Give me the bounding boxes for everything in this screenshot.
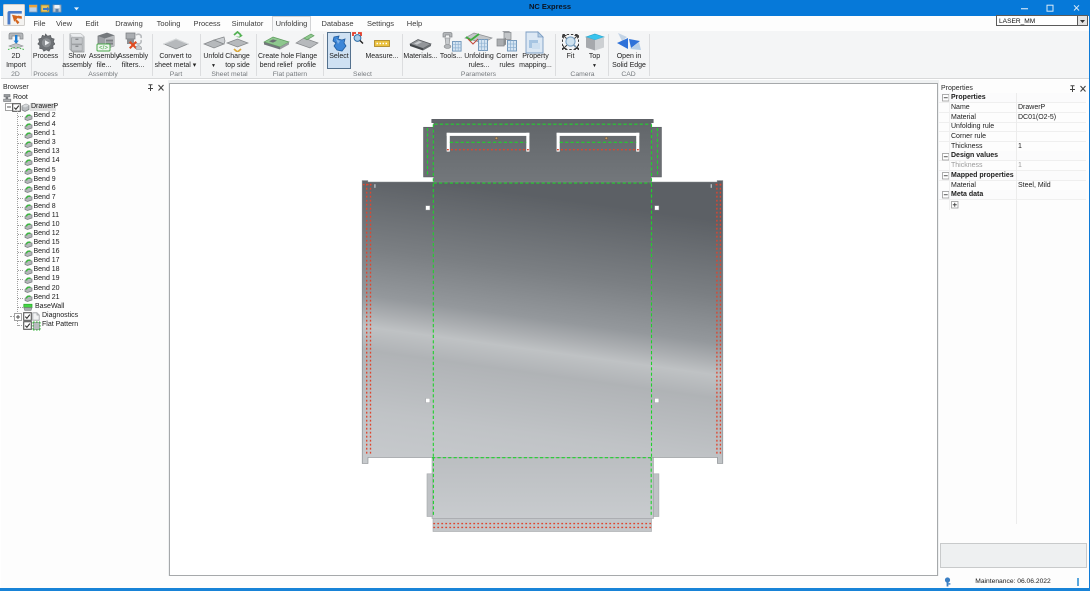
svg-text:</>: </> [99, 45, 108, 51]
